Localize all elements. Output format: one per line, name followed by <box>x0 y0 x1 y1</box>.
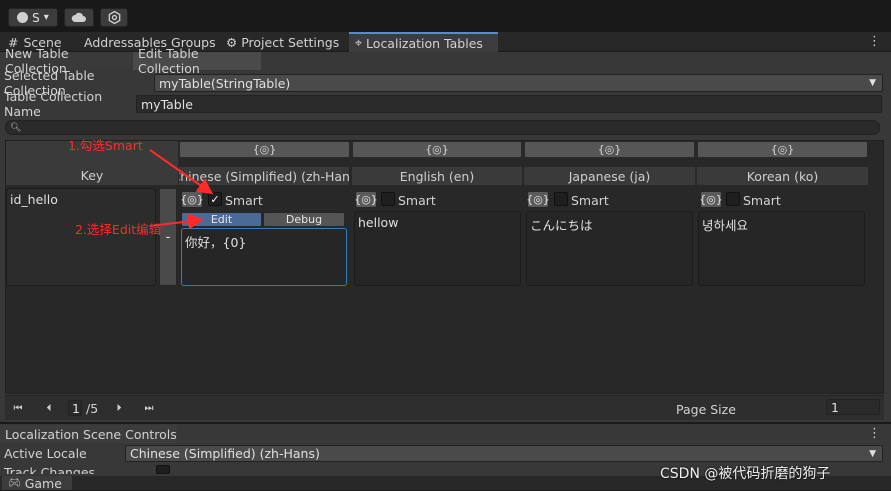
page-size-input[interactable]: 1 <box>826 399 880 415</box>
dropdown-arrow-icon: ▼ <box>869 448 876 459</box>
gamepad-icon: 🎮︎ <box>8 477 21 489</box>
active-locale-label: Active Locale <box>4 446 87 461</box>
active-locale-dropdown[interactable]: Chinese (Simplified) (zh-Hans) ▼ <box>125 445 883 462</box>
page-total-label: /5 <box>86 400 99 416</box>
pager-bar <box>5 395 884 420</box>
page-size-label: Page Size <box>676 401 736 417</box>
tab-game[interactable]: 🎮︎ Game <box>2 475 72 491</box>
panel-menu-icon[interactable]: ⋮ <box>868 426 881 441</box>
prev-page-icon[interactable]: ⏴ <box>40 400 58 416</box>
active-locale-value: Chinese (Simplified) (zh-Hans) <box>130 446 320 461</box>
tab-localization-scene-controls[interactable]: Localization Scene Controls <box>0 425 177 443</box>
tab-game-label: Game <box>24 475 62 491</box>
arrow-to-edit <box>149 213 204 230</box>
last-page-icon[interactable]: ⏭ <box>140 400 158 416</box>
page-number-value: 1 <box>72 400 80 416</box>
first-page-icon[interactable]: ⏮ <box>9 400 27 416</box>
track-changes-checkbox[interactable] <box>156 465 170 474</box>
scene-controls-title: Localization Scene Controls <box>5 426 177 442</box>
page-size-value: 1 <box>831 399 839 415</box>
next-page-icon[interactable]: ⏵ <box>110 400 128 416</box>
page-number-input[interactable]: 1 <box>68 400 82 416</box>
csdn-watermark: CSDN @被代码折磨的狗子 <box>660 466 831 482</box>
track-changes-label: Track Changes <box>4 465 96 474</box>
arrow-to-smart <box>149 149 214 195</box>
